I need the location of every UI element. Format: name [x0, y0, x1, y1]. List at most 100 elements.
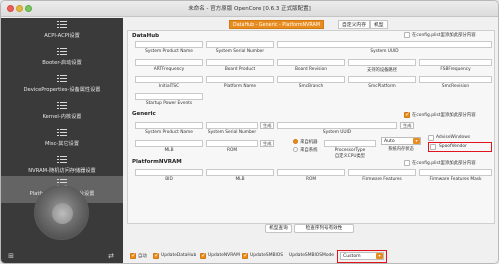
memory-status-value: Auto [384, 139, 395, 144]
processor-type-input[interactable] [324, 140, 376, 147]
generic-system-uuid-input[interactable] [277, 122, 397, 129]
board-product-input[interactable] [206, 59, 274, 66]
radio-from-system-label: 来自系统 [300, 148, 318, 153]
startup-power-events-input[interactable] [135, 93, 203, 100]
bottom-bar: 自动 UpdateDataHub UpdateNVRAM UpdateSMBIO… [127, 250, 495, 263]
label-board-revision: Board Revision [295, 67, 327, 72]
sidebar-item-label: ACPI-ACPI设置 [44, 33, 80, 39]
list-icon [57, 75, 67, 83]
auto-checkbox[interactable] [130, 252, 136, 259]
platform-name-input[interactable] [206, 76, 274, 83]
sidebar: ACPI-ACPI设置 Booter-启动设置 DeviceProperties… [1, 18, 123, 263]
sidebar-item-acpi[interactable]: ACPI-ACPI设置 [1, 18, 123, 45]
smcbranch-input[interactable] [277, 76, 345, 83]
list-icon [57, 156, 67, 164]
datahub-system-serial-number-input[interactable] [206, 41, 274, 48]
sidebar-item-deviceproperties[interactable]: DeviceProperties-设备属性设置 [1, 72, 123, 99]
label-smcrevision: SmcRevision [441, 84, 470, 89]
spoof-vendor-label: SpoofVendor [439, 144, 467, 149]
smbios-mode-select[interactable]: Custom ▾ [340, 252, 384, 260]
settings-panel: DataHub 在config.plist里添加此部分内容 System Pro… [127, 30, 495, 224]
check-serial-button[interactable]: 检查序列号有效性 [294, 224, 354, 233]
tab-datahub-generic-platformnvram[interactable]: DataHub - Generic - PlatformNVRAM [229, 20, 324, 29]
main-area: DataHub - Generic - PlatformNVRAM 自定义内存 … [124, 18, 498, 263]
update-smbios-checkbox[interactable] [242, 252, 248, 259]
title-bar: 未命名 - 官方原版 OpenCore [0.6.3 正式版配置] [1, 1, 498, 17]
tab-model[interactable]: 机型 [370, 20, 388, 29]
update-nvram-label: UpdateNVRAM [208, 253, 240, 258]
label-system-uuid: System UUID [370, 49, 399, 54]
list-icon [57, 102, 67, 110]
advise-windows-label: AdviseWindows [436, 135, 471, 140]
smbios-mode-value: Custom [343, 254, 361, 259]
radio-from-machine[interactable] [293, 139, 298, 144]
sidebar-item-misc[interactable]: Misc-其它设置 [1, 126, 123, 153]
list-icon [57, 129, 67, 137]
tab-custom-memory[interactable]: 自定义内存 [338, 20, 370, 29]
label-firmware-features: Firmware Features [362, 177, 402, 182]
sidebar-item-label: DeviceProperties-设备属性设置 [23, 87, 101, 93]
app-window: 未命名 - 官方原版 OpenCore [0.6.3 正式版配置] ACPI-A… [0, 0, 499, 264]
sidebar-item-label: Misc-其它设置 [44, 141, 80, 147]
sidebar-item-label: NVRAM-随机访问存储器设置 [28, 168, 96, 174]
spoof-vendor-checkbox[interactable] [430, 144, 436, 150]
nvram-mlb-input[interactable] [206, 169, 274, 176]
device-path-input[interactable] [348, 59, 416, 66]
label-board-product: Board Product [224, 67, 256, 72]
label-firmware-features-mask: Firmware Features Mask [429, 177, 482, 182]
generic-system-product-name-input[interactable] [135, 122, 203, 129]
nvram-bid-input[interactable] [135, 169, 203, 176]
label-processor-custom: 自定义CPU类型 [334, 154, 366, 159]
generic-add-label: 在config.plist里添加此部分内容 [412, 113, 476, 118]
smcplatform-input[interactable] [348, 76, 416, 83]
initialtsc-input[interactable] [135, 76, 203, 83]
label-nvram-rom: ROM [305, 177, 317, 182]
generate-serial-button[interactable]: 生成 [260, 122, 275, 129]
generic-add-checkbox[interactable] [404, 111, 410, 118]
generic-system-serial-number-input[interactable] [206, 122, 258, 129]
board-revision-input[interactable] [277, 59, 345, 66]
datahub-add-checkbox[interactable] [404, 32, 410, 38]
datahub-system-uuid-input[interactable] [277, 41, 492, 48]
smcrevision-input[interactable] [419, 76, 492, 83]
model-lookup-button[interactable]: 机型查询 [265, 224, 292, 233]
label-generic-mlb: MLB [164, 148, 174, 153]
generate-rom-button[interactable]: 生成 [260, 140, 275, 147]
platformnvram-title: PlatformNVRAM [132, 159, 182, 165]
label-smcplatform: SmcPlatform [368, 84, 396, 89]
update-datahub-checkbox[interactable] [153, 252, 159, 259]
generate-uuid-button[interactable]: 生成 [400, 122, 415, 129]
label-system-serial-number: System Serial Number [215, 49, 265, 54]
label-artfrequency: ARTFrequency [153, 67, 185, 72]
sidebar-item-kernel[interactable]: Kernel-内核设置 [1, 99, 123, 126]
datahub-add-label: 在config.plist里添加此部分内容 [412, 33, 476, 38]
datahub-system-product-name-input[interactable] [135, 41, 203, 48]
opencore-logo [34, 185, 89, 240]
label-startup-power-events: Startup Power Events [145, 101, 193, 106]
swap-arrows-icon[interactable]: ⇄ [107, 252, 115, 260]
label-generic-system-uuid: System UUID [322, 130, 352, 135]
nvram-rom-input[interactable] [277, 169, 345, 176]
advise-windows-checkbox[interactable] [428, 135, 434, 141]
sidebar-item-booter[interactable]: Booter-启动设置 [1, 45, 123, 72]
label-smcbranch: SmcBranch [298, 84, 324, 89]
update-nvram-checkbox[interactable] [200, 252, 206, 259]
generic-title: Generic [132, 111, 156, 117]
chevron-down-icon: ▾ [376, 253, 383, 259]
grid-icon[interactable]: ⊞ [7, 252, 15, 260]
label-fsbfrequency: FSBFrequency [440, 67, 471, 72]
platformnvram-add-checkbox[interactable] [404, 160, 410, 166]
firmware-features-mask-input[interactable] [419, 169, 492, 176]
generic-rom-input[interactable] [206, 140, 258, 147]
firmware-features-input[interactable] [348, 169, 416, 176]
sidebar-item-label: Kernel-内核设置 [42, 114, 82, 120]
update-smbios-mode-label: UpdateSMBIOSMode [289, 253, 334, 258]
artfrequency-input[interactable] [135, 59, 203, 66]
memory-status-select[interactable]: Auto ▾ [381, 137, 421, 145]
label-platform-name: Platform Name [223, 84, 257, 89]
radio-from-system[interactable] [293, 147, 298, 152]
platformnvram-add-label: 在config.plist里添加此部分内容 [412, 161, 476, 166]
fsbfrequency-input[interactable] [419, 59, 492, 66]
generic-mlb-input[interactable] [135, 140, 203, 147]
chevron-down-icon: ▾ [413, 138, 420, 144]
